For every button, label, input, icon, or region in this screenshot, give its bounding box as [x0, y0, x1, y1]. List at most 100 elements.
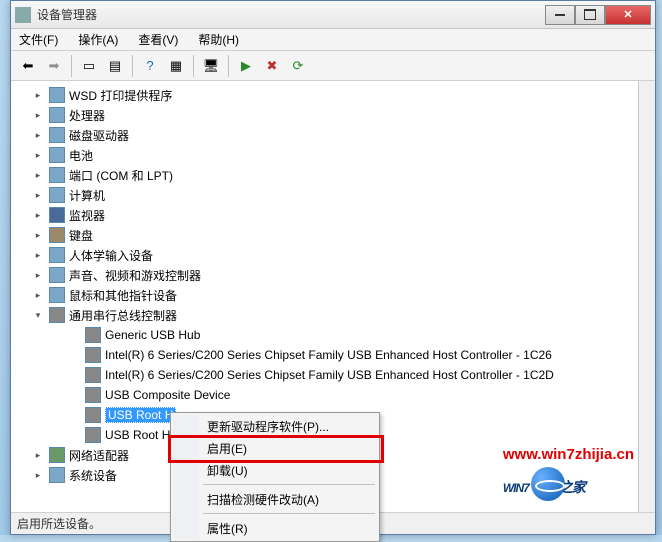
show-hide-tree-button[interactable]: ▭	[78, 55, 100, 77]
usb-icon	[85, 347, 101, 363]
device-item[interactable]: Intel(R) 6 Series/C200 Series Chipset Fa…	[17, 345, 639, 365]
expand-icon[interactable]	[31, 188, 45, 202]
separator-icon	[228, 55, 229, 77]
back-button[interactable]: ⬅	[17, 55, 39, 77]
device-item[interactable]: Generic USB Hub	[17, 325, 639, 345]
device-label: USB Root H	[105, 407, 176, 423]
menu-help[interactable]: 帮助(H)	[194, 29, 243, 50]
menu-view[interactable]: 查看(V)	[134, 29, 182, 50]
expand-icon[interactable]	[31, 308, 45, 322]
menu-item-scan[interactable]: 扫描检测硬件改动(A)	[173, 488, 377, 510]
device-icon	[49, 147, 65, 163]
close-button[interactable]	[605, 5, 651, 25]
device-icon	[49, 87, 65, 103]
device-label: 端口 (COM 和 LPT)	[69, 167, 173, 184]
menu-item-properties[interactable]: 属性(R)	[173, 517, 377, 539]
device-category[interactable]: 键盘	[17, 225, 639, 245]
menu-item-uninstall[interactable]: 卸载(U)	[173, 459, 377, 481]
expand-icon[interactable]	[31, 88, 45, 102]
device-item[interactable]: USB Composite Device	[17, 385, 639, 405]
menu-item-enable[interactable]: 启用(E)	[173, 437, 377, 459]
usb-icon	[49, 307, 65, 323]
context-menu: 更新驱动程序软件(P)... 启用(E) 卸载(U) 扫描检测硬件改动(A) 属…	[170, 412, 380, 542]
device-label: 声音、视频和游戏控制器	[69, 267, 201, 284]
menu-item-update-driver[interactable]: 更新驱动程序软件(P)...	[173, 415, 377, 437]
device-category[interactable]: WSD 打印提供程序	[17, 85, 639, 105]
device-icon	[49, 467, 65, 483]
disp-icon	[49, 207, 65, 223]
expand-icon[interactable]	[31, 108, 45, 122]
expand-icon[interactable]	[31, 208, 45, 222]
device-icon	[49, 187, 65, 203]
device-label: 处理器	[69, 107, 105, 124]
properties-button[interactable]: ▦	[165, 55, 187, 77]
device-category[interactable]: 端口 (COM 和 LPT)	[17, 165, 639, 185]
device-label: Intel(R) 6 Series/C200 Series Chipset Fa…	[105, 348, 552, 362]
device-label: 通用串行总线控制器	[69, 307, 177, 324]
usb-icon	[85, 367, 101, 383]
enable-button[interactable]: ▶	[235, 55, 257, 77]
separator-icon	[193, 55, 194, 77]
detail-button[interactable]: ▤	[104, 55, 126, 77]
menu-separator	[203, 513, 375, 514]
help-button[interactable]: ?	[139, 55, 161, 77]
device-label: Intel(R) 6 Series/C200 Series Chipset Fa…	[105, 368, 554, 382]
device-category[interactable]: 人体学输入设备	[17, 245, 639, 265]
net-icon	[49, 447, 65, 463]
scan-hardware-button[interactable]: 🖥	[200, 55, 222, 77]
separator-icon	[132, 55, 133, 77]
device-category[interactable]: 通用串行总线控制器	[17, 305, 639, 325]
device-item[interactable]: Intel(R) 6 Series/C200 Series Chipset Fa…	[17, 365, 639, 385]
minimize-button[interactable]	[545, 5, 575, 25]
separator-icon	[71, 55, 72, 77]
usb-icon	[85, 427, 101, 443]
usb-icon	[85, 387, 101, 403]
device-label: 鼠标和其他指针设备	[69, 287, 177, 304]
usb-icon	[85, 407, 101, 423]
titlebar[interactable]: 设备管理器	[11, 1, 655, 29]
device-category[interactable]: 磁盘驱动器	[17, 125, 639, 145]
device-category[interactable]: 监视器	[17, 205, 639, 225]
device-category[interactable]: 计算机	[17, 185, 639, 205]
status-text: 启用所选设备。	[17, 515, 101, 532]
device-label: 系统设备	[69, 467, 117, 484]
device-icon	[49, 167, 65, 183]
expand-icon[interactable]	[31, 228, 45, 242]
app-icon	[15, 7, 31, 23]
uninstall-button[interactable]: ✖	[261, 55, 283, 77]
device-category[interactable]: 鼠标和其他指针设备	[17, 285, 639, 305]
expand-icon[interactable]	[31, 148, 45, 162]
menu-separator	[203, 484, 375, 485]
expand-icon[interactable]	[31, 248, 45, 262]
device-label: USB Root H	[105, 428, 170, 442]
device-label: 监视器	[69, 207, 105, 224]
expand-icon[interactable]	[31, 268, 45, 282]
expand-icon[interactable]	[31, 468, 45, 482]
expand-icon[interactable]	[31, 448, 45, 462]
expand-icon[interactable]	[31, 288, 45, 302]
expand-icon[interactable]	[31, 168, 45, 182]
device-category[interactable]: 声音、视频和游戏控制器	[17, 265, 639, 285]
window-buttons	[545, 5, 651, 25]
device-label: 键盘	[69, 227, 93, 244]
window-title: 设备管理器	[37, 6, 545, 23]
menu-file[interactable]: 文件(F)	[15, 29, 62, 50]
maximize-button[interactable]	[575, 5, 605, 25]
device-label: 计算机	[69, 187, 105, 204]
update-driver-button[interactable]: ⟳	[287, 55, 309, 77]
device-label: 电池	[69, 147, 93, 164]
device-category[interactable]: 处理器	[17, 105, 639, 125]
device-label: Generic USB Hub	[105, 328, 200, 342]
forward-button[interactable]: ➡	[43, 55, 65, 77]
menu-action[interactable]: 操作(A)	[74, 29, 122, 50]
expand-icon[interactable]	[31, 128, 45, 142]
usb-icon	[85, 327, 101, 343]
device-category[interactable]: 电池	[17, 145, 639, 165]
device-label: 人体学输入设备	[69, 247, 153, 264]
device-icon	[49, 287, 65, 303]
device-icon	[49, 267, 65, 283]
device-icon	[49, 127, 65, 143]
kbd-icon	[49, 227, 65, 243]
toolbar: ⬅ ➡ ▭ ▤ ? ▦ 🖥 ▶ ✖ ⟳	[11, 51, 655, 81]
device-icon	[49, 107, 65, 123]
